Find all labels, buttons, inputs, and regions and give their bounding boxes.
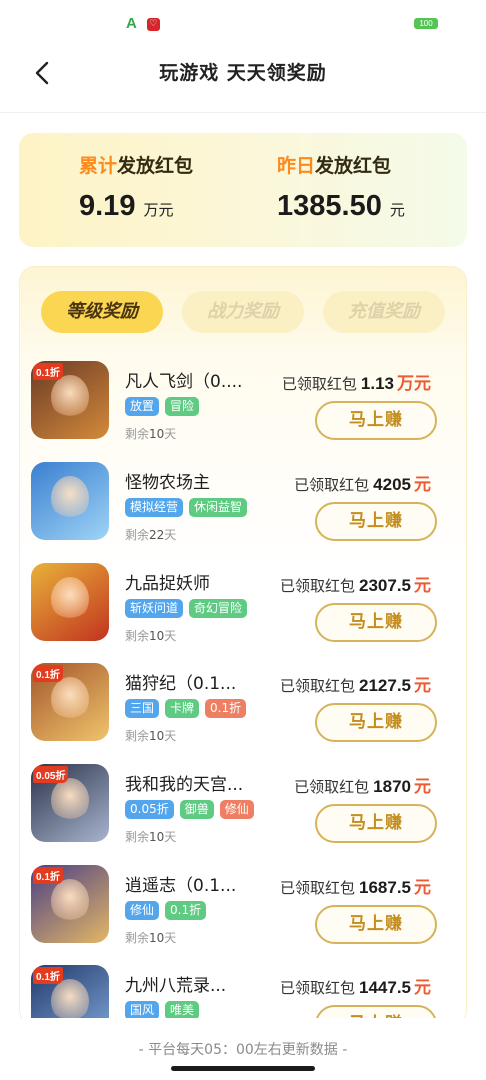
- red-app-icon: ♡: [146, 17, 160, 31]
- reward-claimed: 已领取红包 1.13 万元: [281, 374, 431, 394]
- discount-badge: 0.05折: [33, 766, 69, 783]
- yesterday-payout-label: 昨日发放红包: [277, 155, 392, 177]
- game-tag: 0.1折: [205, 699, 247, 718]
- tab-level-reward[interactable]: 等级奖励: [41, 291, 163, 333]
- reward-claimed: 已领取红包 1687.5 元: [279, 878, 431, 898]
- game-tag: 休闲益智: [189, 498, 248, 517]
- discount-badge: 0.1折: [33, 867, 63, 884]
- game-tag: 卡牌: [165, 699, 200, 718]
- game-tag: 三国: [125, 699, 160, 718]
- home-indicator[interactable]: [171, 1066, 315, 1071]
- total-payout: 累计发放红包 9.19 万元: [79, 151, 193, 223]
- reward-claimed: 已领取红包 1447.5 元: [279, 978, 431, 998]
- discount-badge: 0.1折: [33, 665, 63, 682]
- game-tag: 放置: [125, 397, 160, 416]
- game-row[interactable]: 0.1折 逍遥志（0.1... 已领取红包 1687.5 元 修仙 0.1折 剩余10…: [31, 865, 437, 951]
- yesterday-payout-value: 1385.50: [277, 190, 382, 222]
- game-icon[interactable]: 0.1折: [31, 865, 109, 943]
- days-remaining: 剩余22天: [125, 528, 177, 542]
- game-tag: 0.1折: [165, 901, 207, 920]
- game-icon[interactable]: [31, 563, 109, 641]
- game-tag: 修仙: [125, 901, 160, 920]
- total-payout-unit: 万元: [143, 201, 174, 219]
- game-tags: 0.05折 御兽 修仙: [125, 800, 254, 819]
- game-row[interactable]: 0.1折 凡人飞剑（0.... 已领取红包 1.13 万元 放置 冒险 剩余10天 马…: [31, 361, 437, 447]
- game-tag: 0.05折: [125, 800, 174, 819]
- reward-claimed: 已领取红包 1870 元: [294, 777, 431, 797]
- game-name: 九州八荒录...: [125, 976, 227, 996]
- game-tag: 修仙: [219, 800, 254, 819]
- reward-tabs: 等级奖励 战力奖励 充值奖励: [41, 291, 446, 333]
- battery-icon: 100: [414, 18, 438, 29]
- game-name: 怪物农场主: [125, 473, 210, 493]
- tab-recharge-reward[interactable]: 充值奖励: [323, 291, 445, 333]
- game-tags: 修仙 0.1折: [125, 901, 207, 920]
- game-icon[interactable]: [31, 462, 109, 540]
- game-icon[interactable]: 0.05折: [31, 764, 109, 842]
- game-tags: 斩妖问道 奇幻冒险: [125, 599, 248, 618]
- reward-claimed: 已领取红包 2307.5 元: [279, 576, 431, 596]
- game-tags: 放置 冒险: [125, 397, 200, 416]
- status-bar: A ♡ 100: [0, 0, 486, 44]
- days-remaining: 剩余10天: [125, 427, 177, 441]
- tab-power-reward[interactable]: 战力奖励: [182, 291, 304, 333]
- game-name: 凡人飞剑（0....: [125, 372, 243, 392]
- earn-now-button[interactable]: 马上赚: [315, 401, 437, 440]
- page-title: 玩游戏 天天领奖励: [159, 62, 327, 84]
- summary-card: 累计发放红包 9.19 万元 昨日发放红包 1385.50 元: [19, 133, 467, 247]
- game-tag: 斩妖问道: [125, 599, 184, 618]
- days-remaining: 剩余10天: [125, 830, 177, 844]
- earn-now-button[interactable]: 马上赚: [315, 905, 437, 944]
- days-remaining: 剩余10天: [125, 931, 177, 945]
- game-name: 逍遥志（0.1...: [125, 876, 237, 896]
- total-payout-value: 9.19: [79, 190, 136, 222]
- game-name: 我和我的天宫...: [125, 775, 244, 795]
- nav-divider: [0, 112, 486, 113]
- earn-now-button[interactable]: 马上赚: [315, 603, 437, 642]
- game-tag: 冒险: [165, 397, 200, 416]
- discount-badge: 0.1折: [33, 363, 63, 380]
- game-row[interactable]: 九品捉妖师 已领取红包 2307.5 元 斩妖问道 奇幻冒险 剩余10天 马上赚: [31, 563, 437, 649]
- reward-claimed: 已领取红包 2127.5 元: [279, 676, 431, 696]
- days-remaining: 剩余10天: [125, 729, 177, 743]
- days-remaining: 剩余10天: [125, 629, 177, 643]
- game-tag: 模拟经营: [125, 498, 184, 517]
- earn-now-button[interactable]: 马上赚: [315, 804, 437, 843]
- discount-badge: 0.1折: [33, 967, 63, 984]
- total-payout-label: 累计发放红包: [79, 155, 194, 177]
- game-icon[interactable]: 0.1折: [31, 361, 109, 439]
- game-row[interactable]: 0.05折 我和我的天宫... 已领取红包 1870 元 0.05折 御兽 修仙 剩余1…: [31, 764, 437, 850]
- yesterday-payout-unit: 元: [389, 201, 405, 219]
- reward-claimed: 已领取红包 4205 元: [294, 475, 431, 495]
- yesterday-payout: 昨日发放红包 1385.50 元: [277, 151, 405, 223]
- game-icon[interactable]: 0.1折: [31, 663, 109, 741]
- game-tags: 三国 卡牌 0.1折: [125, 699, 247, 718]
- game-name: 九品捉妖师: [125, 574, 210, 594]
- earn-now-button[interactable]: 马上赚: [315, 502, 437, 541]
- nav-bar: 玩游戏 天天领奖励: [0, 44, 486, 102]
- game-row[interactable]: 怪物农场主 已领取红包 4205 元 模拟经营 休闲益智 剩余22天 马上赚: [31, 462, 437, 548]
- game-tags: 模拟经营 休闲益智: [125, 498, 248, 517]
- game-tag: 奇幻冒险: [189, 599, 248, 618]
- update-notice: - 平台每天05：00左右更新数据 -: [138, 1042, 348, 1058]
- earn-now-button[interactable]: 马上赚: [315, 703, 437, 742]
- game-row[interactable]: 0.1折 猫狩纪（0.1... 已领取红包 2127.5 元 三国 卡牌 0.1折 剩余…: [31, 663, 437, 749]
- game-tag: 御兽: [179, 800, 214, 819]
- app-a-icon: A: [126, 15, 137, 32]
- game-name: 猫狩纪（0.1...: [125, 674, 237, 694]
